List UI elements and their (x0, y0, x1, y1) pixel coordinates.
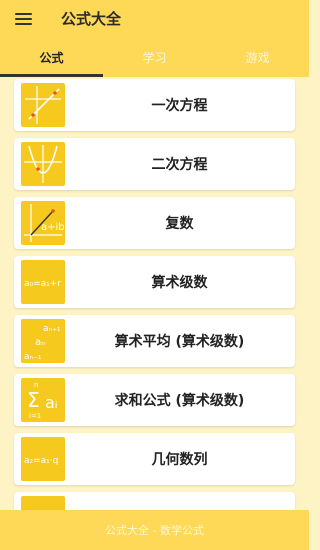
menu-icon[interactable] (15, 9, 41, 29)
arith-formula: a₀=a₁+r (24, 279, 61, 289)
sum-i: i=1 (29, 412, 41, 420)
list-item-quadratic-equation[interactable]: 二次方程 (14, 138, 295, 190)
arithmetic-mean-icon: aₙ₊₁ aₙ aₙ₋₁ (21, 319, 65, 363)
formula-list[interactable]: 一次方程 二次方程 a+ib 复数 a₀=a₁+r 算术级数 aₙ₊₁ aₙ a… (0, 77, 309, 510)
list-item-linear-equation[interactable]: 一次方程 (14, 79, 295, 131)
list-item-arithmetic-sequence[interactable]: a₀=a₁+r 算术级数 (14, 256, 295, 308)
mean-top: aₙ₊₁ (43, 324, 61, 334)
linear-graph-icon (21, 83, 65, 127)
tab-games[interactable]: 游戏 (206, 37, 309, 77)
list-item-summation-formula[interactable]: n Σ i=1 aᵢ 求和公式 (算术级数) (14, 374, 295, 426)
geometric-sequence-icon: a₂=a₁·q (21, 437, 65, 481)
tab-formulas[interactable]: 公式 (0, 37, 103, 77)
summation-icon: n Σ i=1 aᵢ (21, 378, 65, 422)
footer-banner: 公式大全 - 数学公式 (0, 510, 309, 550)
sum-sigma: Σ (27, 388, 40, 412)
complex-label: a+ib (41, 222, 65, 233)
app-bar: 公式大全 (0, 0, 309, 37)
arithmetic-sequence-icon: a₀=a₁+r (21, 260, 65, 304)
list-item-partial[interactable] (14, 492, 295, 510)
app-title: 公式大全 (61, 10, 122, 28)
list-item-geometric-sequence[interactable]: a₂=a₁·q 几何数列 (14, 433, 295, 485)
formula-icon (21, 496, 65, 510)
tab-bar: 公式 学习 游戏 (0, 37, 309, 77)
tab-study[interactable]: 学习 (103, 37, 206, 77)
sum-a: aᵢ (45, 393, 58, 412)
complex-plane-icon: a+ib (21, 201, 65, 245)
mean-mid: aₙ (35, 337, 45, 348)
list-item-complex-numbers[interactable]: a+ib 复数 (14, 197, 295, 249)
mean-bot: aₙ₋₁ (24, 352, 42, 362)
parabola-graph-icon (21, 142, 65, 186)
list-item-arithmetic-mean[interactable]: aₙ₊₁ aₙ aₙ₋₁ 算术平均 (算术级数) (14, 315, 295, 367)
geo-formula: a₂=a₁·q (24, 456, 58, 466)
